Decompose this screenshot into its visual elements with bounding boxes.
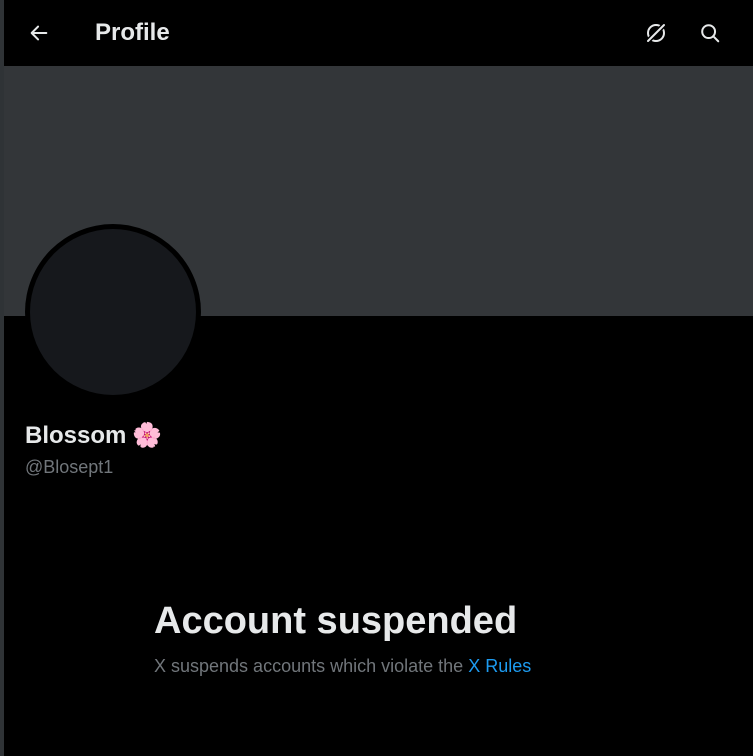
cherry-blossom-emoji: 🌸	[132, 422, 163, 449]
avatar-placeholder	[30, 229, 196, 395]
display-name-text: Blossom	[25, 422, 127, 449]
display-name: Blossom 🌸	[25, 420, 162, 452]
search-button[interactable]	[693, 16, 727, 50]
avatar	[25, 224, 201, 400]
search-icon	[701, 24, 720, 43]
suspension-message-text: X suspends accounts which violate the	[154, 656, 464, 676]
back-button[interactable]	[22, 16, 56, 50]
suspension-title: Account suspended	[154, 600, 518, 642]
top-bar: Profile	[4, 0, 753, 66]
suspension-message: X suspends accounts which violate the X …	[154, 654, 531, 678]
page-title: Profile	[95, 19, 170, 46]
arrow-left-icon	[30, 25, 48, 41]
grok-button[interactable]	[639, 16, 673, 50]
profile-handle: @Blosept1	[25, 457, 114, 477]
grok-icon	[645, 22, 667, 44]
x-rules-link[interactable]: X Rules	[468, 656, 531, 676]
